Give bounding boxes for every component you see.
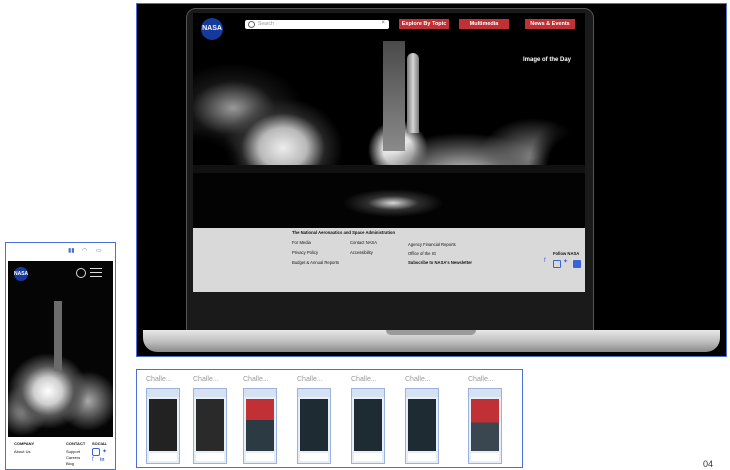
challenge-card[interactable] — [297, 388, 331, 464]
launch-tower — [54, 301, 62, 371]
challenge-card[interactable] — [146, 388, 180, 464]
site-footer: The National Aeronautics and Space Admin… — [193, 228, 585, 292]
follow-nasa-label: Follow NASA — [553, 251, 580, 256]
challenge-label: Challe... — [193, 376, 219, 383]
clear-search-icon[interactable]: × — [381, 20, 385, 26]
challenge-label: Challe... — [297, 376, 323, 383]
tree-silhouette-left — [193, 108, 253, 168]
laptop-screen: NASA Search × Explore By Topic Multimedi… — [193, 13, 585, 292]
water-reflection — [193, 173, 585, 228]
footer-link-newsletter[interactable]: Subscribe to NASA's Newsletter — [408, 260, 472, 265]
support-link[interactable]: Support — [66, 449, 80, 454]
challenge-thumbnails-panel: Challe... Challe... Challe... Challe... … — [136, 369, 523, 468]
wifi-icon: ◠ — [82, 248, 88, 254]
footer-link-ig[interactable]: Office of the IG — [408, 251, 436, 256]
challenge-card[interactable] — [243, 388, 277, 464]
about-us-link[interactable]: About Us — [14, 449, 30, 454]
phone-footer: COMPANY About Us CONTACT Support Careers… — [8, 439, 113, 469]
signal-icon: ▮▮ — [68, 248, 75, 254]
footer-link-media[interactable]: For Media — [292, 240, 311, 245]
linkedin-icon[interactable]: in — [100, 457, 104, 463]
linkedin-icon[interactable] — [573, 260, 581, 268]
nav-news-events[interactable]: News & Events — [525, 19, 575, 29]
facebook-icon[interactable]: f — [92, 457, 94, 463]
instagram-icon[interactable] — [92, 448, 100, 456]
footer-link-budget[interactable]: Budget & Annual Reports — [292, 260, 339, 265]
phone-mockup: ▮▮ ◠ ▭ NASA COMPANY About Us CONTACT Sup… — [5, 242, 116, 470]
laptop-base — [143, 330, 720, 352]
challenge-label: Challe... — [405, 376, 431, 383]
footer-link-accessibility[interactable]: Accessibility — [350, 250, 373, 255]
challenge-card[interactable] — [468, 388, 502, 464]
facebook-icon[interactable]: f — [544, 258, 550, 264]
launch-tower — [383, 41, 405, 151]
instagram-icon[interactable] — [553, 260, 561, 268]
challenge-card[interactable] — [351, 388, 385, 464]
twitter-icon[interactable]: ✦ — [563, 258, 569, 265]
challenge-label: Challe... — [243, 376, 269, 383]
challenge-label: Challe... — [146, 376, 172, 383]
search-icon[interactable] — [76, 268, 86, 278]
footer-link-financial[interactable]: Agency Financial Reports — [408, 242, 456, 247]
blog-link[interactable]: Blog — [66, 461, 74, 466]
footer-org-name: The National Aeronautics and Space Admin… — [292, 230, 395, 235]
nasa-logo[interactable]: NASA — [201, 18, 223, 40]
footer-link-privacy[interactable]: Privacy Policy — [292, 250, 318, 255]
contact-heading: CONTACT — [66, 441, 86, 446]
search-placeholder: Search — [258, 21, 274, 27]
nasa-logo[interactable]: NASA — [14, 267, 28, 281]
launch-pad-ground — [193, 165, 585, 173]
company-heading: COMPANY — [14, 441, 35, 446]
social-heading: SOCIAL — [92, 441, 108, 446]
search-icon — [248, 21, 255, 28]
twitter-icon[interactable]: ✦ — [102, 448, 107, 455]
phone-status-bar: ▮▮ ◠ ▭ — [6, 243, 115, 259]
nav-explore-by-topic[interactable]: Explore By Topic — [399, 19, 449, 29]
challenge-label: Challe... — [351, 376, 377, 383]
challenge-card[interactable] — [405, 388, 439, 464]
footer-link-contact[interactable]: Contact NASA — [350, 240, 377, 245]
tree-silhouette-right — [513, 93, 585, 168]
hamburger-menu-icon[interactable] — [90, 268, 102, 278]
battery-icon: ▭ — [96, 248, 102, 254]
laptop-notch — [386, 330, 476, 335]
careers-link[interactable]: Careers — [66, 455, 80, 460]
challenge-card[interactable] — [193, 388, 227, 464]
nav-multimedia[interactable]: Multimedia — [459, 19, 509, 29]
phone-screen: NASA — [8, 261, 113, 437]
challenge-label: Challe... — [468, 376, 494, 383]
image-of-the-day-caption[interactable]: Image of the Day — [523, 57, 571, 63]
search-input[interactable]: Search × — [245, 20, 389, 29]
space-shuttle — [407, 53, 419, 133]
